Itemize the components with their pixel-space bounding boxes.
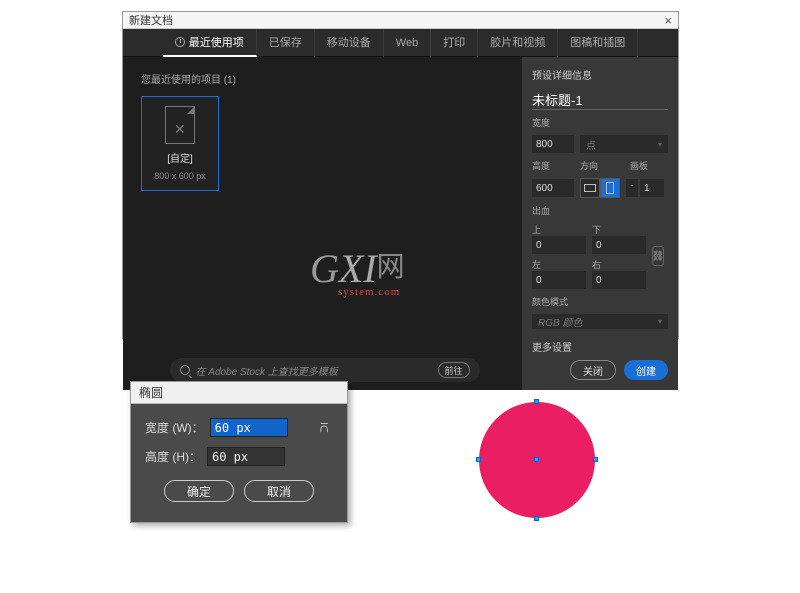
orientation-label: 方向 bbox=[580, 159, 624, 172]
bleed-right-input[interactable] bbox=[592, 271, 646, 289]
ellipse-height-input[interactable] bbox=[207, 447, 285, 466]
search-go-button[interactable]: 前往 bbox=[438, 362, 470, 378]
unit-value: 点 bbox=[586, 137, 596, 152]
search-placeholder: 在 Adobe Stock 上查找更多模板 bbox=[196, 363, 338, 378]
category-tabs: 最近使用项 已保存 移动设备 Web 打印 胶片和视频 图稿和插图 bbox=[123, 29, 678, 57]
titlebar: 新建文档 × bbox=[123, 12, 678, 29]
create-button[interactable]: 创建 bbox=[624, 360, 668, 380]
tab-recent-label: 最近使用项 bbox=[189, 37, 244, 49]
bleed-right-label: 右 bbox=[592, 258, 646, 271]
more-settings[interactable]: 更多设置 bbox=[532, 339, 668, 354]
search-icon bbox=[180, 365, 190, 375]
tab-film[interactable]: 胶片和视频 bbox=[478, 29, 558, 57]
artboards-input[interactable] bbox=[640, 179, 664, 197]
link-icon[interactable]: ⛓ bbox=[652, 246, 664, 266]
preset-custom[interactable]: ✕ [自定] 800 x 600 px bbox=[141, 96, 219, 191]
stepper-up-icon[interactable]: ˆ bbox=[626, 179, 638, 197]
constrain-icon[interactable]: ⩃ bbox=[315, 419, 333, 437]
close-button[interactable]: 关闭 bbox=[570, 360, 616, 380]
bleed-label: 出血 bbox=[532, 204, 668, 217]
unit-select[interactable]: 点▾ bbox=[580, 135, 668, 153]
ellipse-height-label: 高度 (H)： bbox=[145, 448, 201, 465]
details-heading: 预设详细信息 bbox=[532, 67, 668, 82]
new-document-dialog: 新建文档 × 最近使用项 已保存 移动设备 Web 打印 胶片和视频 图稿和插图… bbox=[122, 11, 679, 339]
handle-right[interactable] bbox=[593, 457, 598, 462]
ok-button[interactable]: 确定 bbox=[164, 480, 234, 502]
bleed-bottom-label: 下 bbox=[592, 223, 646, 236]
chevron-down-icon: ▾ bbox=[658, 140, 662, 149]
handle-top[interactable] bbox=[534, 399, 539, 404]
tab-art[interactable]: 图稿和插图 bbox=[558, 29, 638, 57]
preset-details-panel: 预设详细信息 宽度 点▾ 高度 方向 画板 ˆ bbox=[522, 57, 678, 390]
bleed-left-input[interactable] bbox=[532, 271, 586, 289]
width-input[interactable] bbox=[532, 135, 574, 153]
ellipse-dialog: 椭圆 宽度 (W)： ⩃ 高度 (H)： 确定 取消 bbox=[130, 381, 348, 523]
document-icon: ✕ bbox=[165, 106, 195, 144]
preset-dimensions: 800 x 600 px bbox=[154, 171, 206, 181]
close-icon[interactable]: × bbox=[664, 13, 672, 28]
tab-mobile[interactable]: 移动设备 bbox=[315, 29, 384, 57]
height-label: 高度 bbox=[532, 159, 574, 172]
ellipse-width-input[interactable] bbox=[210, 418, 288, 437]
ellipse-shape-selected[interactable] bbox=[479, 402, 595, 518]
orientation-portrait[interactable] bbox=[600, 178, 620, 198]
tab-web[interactable]: Web bbox=[384, 29, 431, 57]
bleed-bottom-input[interactable] bbox=[592, 236, 646, 254]
bleed-top-label: 上 bbox=[532, 223, 586, 236]
window-title: 新建文档 bbox=[129, 12, 173, 28]
recent-label: 您最近使用的项目 (1) bbox=[141, 71, 508, 86]
width-label: 宽度 bbox=[532, 116, 668, 129]
bleed-left-label: 左 bbox=[532, 258, 586, 271]
cancel-button[interactable]: 取消 bbox=[244, 480, 314, 502]
clock-icon bbox=[175, 37, 185, 47]
orientation-toggle bbox=[580, 178, 620, 198]
artboards-label: 画板 bbox=[630, 159, 648, 172]
tab-print[interactable]: 打印 bbox=[431, 29, 478, 57]
presets-area: 您最近使用的项目 (1) ✕ [自定] 800 x 600 px 在 Adobe… bbox=[123, 57, 522, 390]
artboards-stepper[interactable]: ˆ bbox=[626, 179, 664, 197]
ellipse-width-label: 宽度 (W)： bbox=[145, 419, 204, 436]
handle-center[interactable] bbox=[534, 457, 539, 462]
handle-left[interactable] bbox=[476, 457, 481, 462]
chevron-down-icon: ▾ bbox=[658, 317, 662, 326]
tab-saved[interactable]: 已保存 bbox=[257, 29, 315, 57]
orientation-landscape[interactable] bbox=[580, 178, 600, 198]
colormode-value: RGB 颜色 bbox=[538, 314, 582, 329]
stock-search[interactable]: 在 Adobe Stock 上查找更多模板 前往 bbox=[170, 358, 480, 382]
bleed-top-input[interactable] bbox=[532, 236, 586, 254]
document-name-input[interactable] bbox=[532, 90, 668, 110]
ellipse-title: 椭圆 bbox=[131, 382, 347, 404]
preset-name: [自定] bbox=[167, 150, 193, 165]
height-input[interactable] bbox=[532, 179, 574, 197]
colormode-select[interactable]: RGB 颜色 ▾ bbox=[532, 314, 668, 329]
colormode-label: 颜色模式 bbox=[532, 295, 668, 308]
handle-bottom[interactable] bbox=[534, 516, 539, 521]
tab-recent[interactable]: 最近使用项 bbox=[163, 29, 257, 57]
